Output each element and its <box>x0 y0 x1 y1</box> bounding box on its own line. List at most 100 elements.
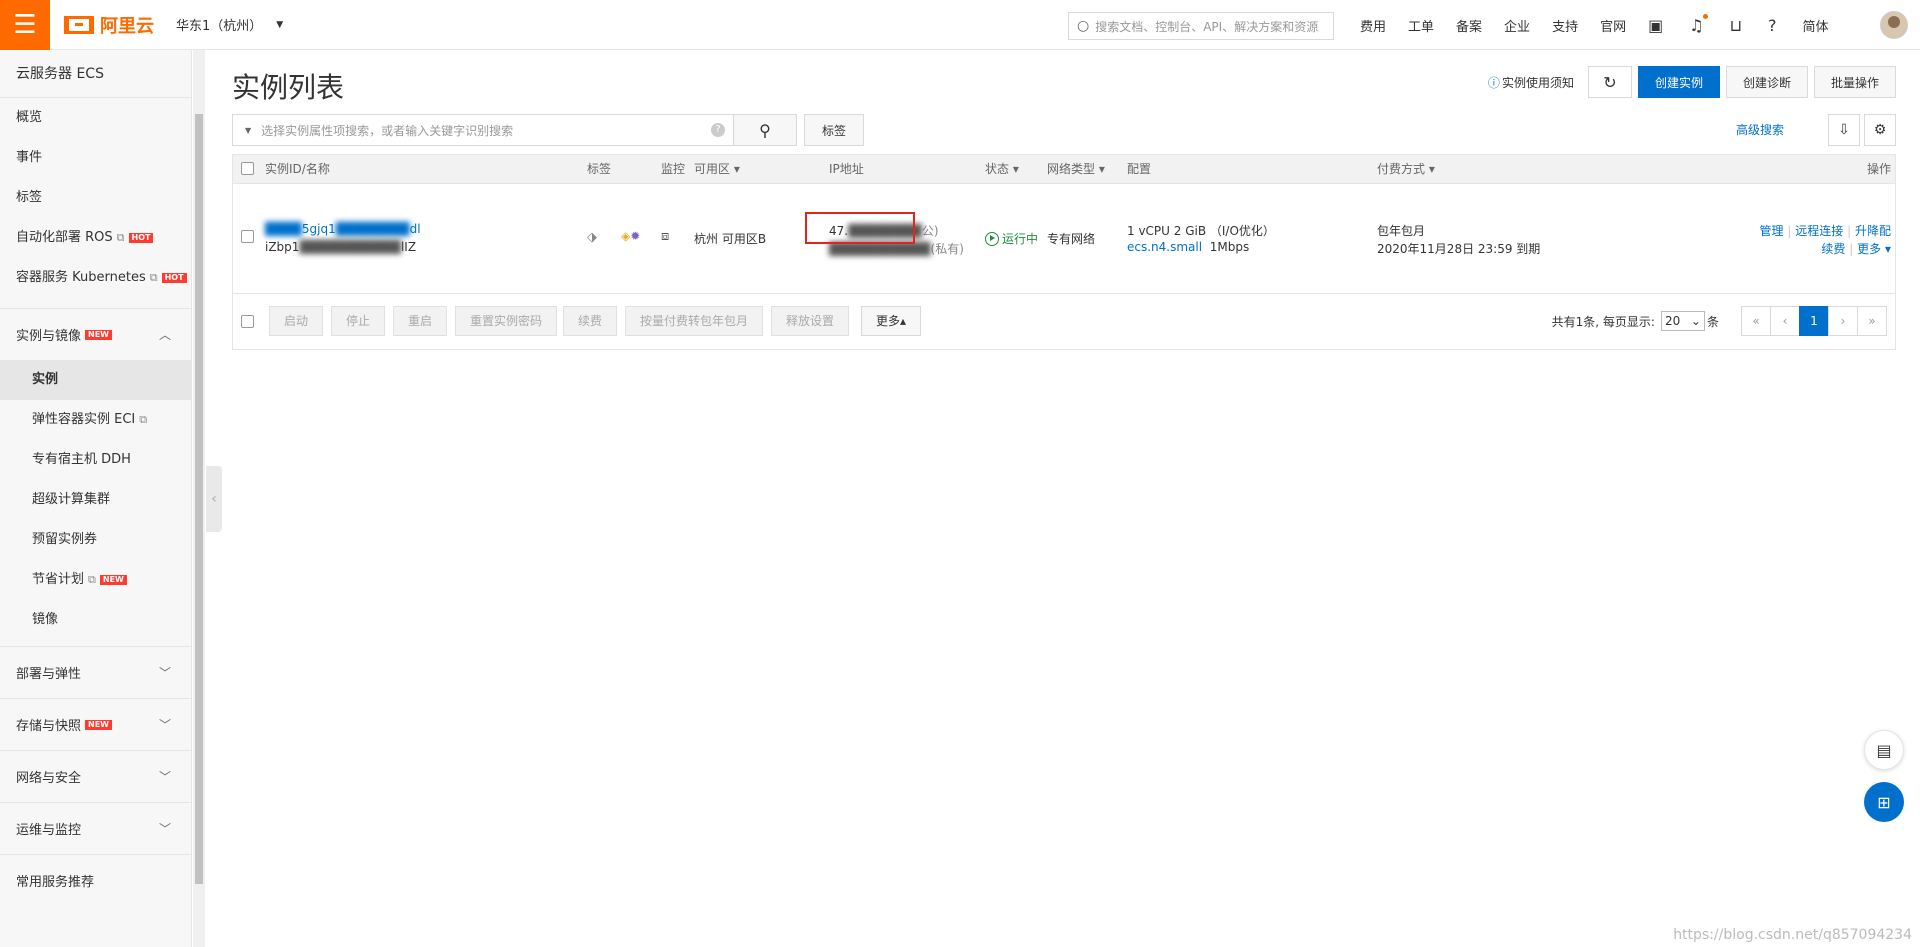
stop-button[interactable]: 停止 <box>331 306 386 336</box>
instance-id-partial: iZbp1 <box>265 240 300 254</box>
sidebar-item-images[interactable]: 镜像 <box>0 600 191 640</box>
monitor-chart-icon[interactable]: ⧈ <box>661 229 669 244</box>
caret-down-icon: ▾ <box>1098 162 1105 176</box>
reset-password-button[interactable]: 重置实例密码 <box>455 306 558 336</box>
convert-billing-button[interactable]: 按量付费转包年包月 <box>625 306 764 336</box>
advanced-search-link[interactable]: 高级搜索 <box>1736 114 1784 146</box>
instance-type-link[interactable]: ecs.n4.small <box>1127 240 1202 254</box>
instance-search-placeholder: 选择实例属性项搜索，或者输入关键字识别搜索 <box>261 123 514 138</box>
link-fees[interactable]: 费用 <box>1360 16 1386 35</box>
help-icon[interactable]: ? <box>1768 16 1777 35</box>
link-official[interactable]: 官网 <box>1600 16 1626 35</box>
global-search-input[interactable]: ○ 搜索文档、控制台、API、解决方案和资源 <box>1068 12 1334 40</box>
col-status[interactable]: 状态 ▾ <box>985 155 1019 183</box>
logo[interactable]: 阿里云 <box>64 12 154 38</box>
bandwidth: 1Mbps <box>1209 240 1250 254</box>
sidebar-item-reserved[interactable]: 预留实例券 <box>0 520 191 560</box>
footer-select-all-checkbox[interactable] <box>241 315 254 328</box>
tag-filter-button[interactable]: 标签 <box>804 114 864 146</box>
sidebar-item-label: 标签 <box>16 190 43 205</box>
create-instance-button[interactable]: 创建实例 <box>1637 66 1720 98</box>
tag-icon[interactable]: ⬗ <box>587 230 597 245</box>
more-actions-label: 更多 <box>1857 242 1882 256</box>
page-1-button[interactable]: 1 <box>1799 306 1829 336</box>
col-zone-label: 可用区 <box>694 162 731 176</box>
sidebar-item-overview[interactable]: 概览 <box>0 98 191 138</box>
remote-connect-link[interactable]: 远程连接 <box>1795 224 1843 238</box>
select-all-checkbox[interactable] <box>241 162 254 175</box>
link-enterprise[interactable]: 企业 <box>1504 16 1530 35</box>
sidebar-group-storage[interactable]: 存储与快照 NEW ﹀ <box>0 698 191 750</box>
instance-notice-link[interactable]: ⓘ 实例使用须知 <box>1488 74 1574 91</box>
sidebar-item-tags[interactable]: 标签 <box>0 178 191 218</box>
last-page-button[interactable]: » <box>1857 306 1887 336</box>
sidebar-group-deploy[interactable]: 部署与弹性 ﹀ <box>0 646 191 698</box>
search-button[interactable]: ⚲ <box>733 114 797 146</box>
sidebar-item-savings[interactable]: 节省计划 ⧉ NEW <box>0 560 191 600</box>
sidebar-item-kubernetes[interactable]: 容器服务 Kubernetes ⧉ HOT <box>0 258 191 298</box>
terminal-icon[interactable]: ▣ <box>1648 16 1663 35</box>
restart-button[interactable]: 重启 <box>393 306 448 336</box>
chat-button[interactable]: ▤ <box>1864 730 1904 770</box>
language-switch[interactable]: 简体 <box>1803 16 1829 35</box>
col-actions: 操作 <box>1866 162 1891 176</box>
more-button[interactable]: 更多▴ <box>861 306 922 336</box>
more-actions-link[interactable]: 更多 ▾ <box>1857 242 1891 256</box>
cart-icon[interactable]: ⊔ <box>1730 16 1742 35</box>
page-size-unit: 条 <box>1706 314 1719 329</box>
sidebar-item-ddh[interactable]: 专有宿主机 DDH <box>0 440 191 480</box>
sidebar-group-instances[interactable]: 实例与镜像 NEW ︿ <box>0 308 191 360</box>
renew-link[interactable]: 续费 <box>1821 242 1845 256</box>
manage-link[interactable]: 管理 <box>1760 224 1784 238</box>
sidebar-group-recommended[interactable]: 常用服务推荐 <box>0 854 191 906</box>
export-button[interactable]: ⇩ <box>1828 114 1860 146</box>
next-page-button[interactable]: › <box>1828 306 1858 336</box>
col-billing[interactable]: 付费方式 ▾ <box>1377 155 1435 183</box>
sidebar-item-scc[interactable]: 超级计算集群 <box>0 480 191 520</box>
instance-search-input[interactable]: ▼ 选择实例属性项搜索，或者输入关键字识别搜索 ? <box>232 114 734 146</box>
link-icp[interactable]: 备案 <box>1456 16 1482 35</box>
start-button[interactable]: 启动 <box>269 306 324 336</box>
sidebar-item-events[interactable]: 事件 <box>0 138 191 178</box>
bell-icon[interactable]: ♫ <box>1689 13 1708 35</box>
avatar[interactable] <box>1880 11 1908 39</box>
row-checkbox[interactable] <box>241 230 254 243</box>
pagination: « ‹ 1 › » <box>1741 306 1887 336</box>
settings-button[interactable]: ⚙ <box>1864 114 1896 146</box>
refresh-button[interactable]: ↻ <box>1587 66 1632 98</box>
renew-button[interactable]: 续费 <box>563 306 618 336</box>
col-network[interactable]: 网络类型 ▾ <box>1047 155 1105 183</box>
col-network-label: 网络类型 <box>1047 162 1096 176</box>
sidebar: 云服务器 ECS 概览 事件 标签 自动化部署 ROS ⧉ HOT 容器服务 Kub… <box>0 50 192 947</box>
sidebar-group-network[interactable]: 网络与安全 ﹀ <box>0 750 191 802</box>
sidebar-item-ros[interactable]: 自动化部署 ROS ⧉ HOT <box>0 218 191 258</box>
sidebar-item-instances[interactable]: 实例 <box>0 360 191 400</box>
first-page-button[interactable]: « <box>1741 306 1771 336</box>
prev-page-button[interactable]: ‹ <box>1770 306 1800 336</box>
scrollbar-thumb[interactable] <box>195 114 203 884</box>
link-support[interactable]: 支持 <box>1552 16 1578 35</box>
col-zone[interactable]: 可用区 ▾ <box>694 155 740 183</box>
link-tickets[interactable]: 工单 <box>1408 16 1434 35</box>
help-icon[interactable]: ? <box>711 123 725 137</box>
change-config-link[interactable]: 升降配 <box>1855 224 1891 238</box>
menu-icon[interactable]: ☰ <box>0 0 50 50</box>
instance-name-link[interactable]: ████5gjq1████████dl <box>265 222 421 236</box>
apps-button[interactable]: ⊞ <box>1864 782 1904 822</box>
release-settings-button[interactable]: 释放设置 <box>771 306 850 336</box>
sidebar-title: 云服务器 ECS <box>0 50 191 98</box>
expire-time: 2020年11月28日 23:59 到期 <box>1377 242 1541 256</box>
create-diagnosis-button[interactable]: 创建诊断 <box>1725 66 1808 98</box>
sidebar-group-ops[interactable]: 运维与监控 ﹀ <box>0 802 191 854</box>
page-size-select[interactable]: 20 ⌄ <box>1660 311 1705 331</box>
security-shield-icon[interactable]: ◈✹ <box>621 229 640 243</box>
region-selector[interactable]: 华东1（杭州） ▼ <box>176 15 283 34</box>
sidebar-collapse-handle[interactable]: ‹ <box>206 466 222 532</box>
batch-operations-button[interactable]: 批量操作 <box>1813 66 1896 98</box>
watermark: https://blog.csdn.net/q857094234 <box>1673 927 1912 943</box>
sidebar-scrollbar[interactable] <box>193 50 205 947</box>
sidebar-item-eci[interactable]: 弹性容器实例 ECI ⧉ <box>0 400 191 440</box>
header-actions: ⓘ 实例使用须知 ↻ 创建实例 创建诊断 批量操作 <box>1488 66 1896 98</box>
caret-down-icon: ▼ <box>245 125 252 135</box>
instance-id: iZbp1███████████lIZ <box>265 240 416 254</box>
